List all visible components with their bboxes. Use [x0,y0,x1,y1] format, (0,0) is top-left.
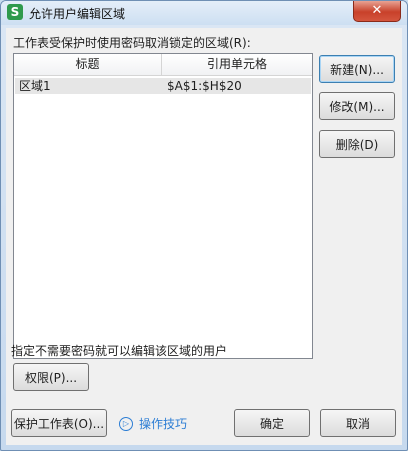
list-header: 标题 引用单元格 [14,54,312,76]
modify-button[interactable]: 修改(M)... [319,92,395,120]
tips-link[interactable]: 操作技巧 [139,417,187,431]
close-button[interactable]: ✕ [353,1,401,22]
app-logo-icon: S [7,4,23,20]
list-item[interactable]: 区域1 $A$1:$H$20 [15,78,311,94]
cell-ref: $A$1:$H$20 [167,79,242,93]
title-bar[interactable]: S 允许用户编辑区域 ✕ [1,1,407,25]
cancel-button[interactable]: 取消 [320,409,396,437]
ranges-list[interactable]: 标题 引用单元格 区域1 $A$1:$H$20 [13,53,313,359]
ranges-label: 工作表受保护时使用密码取消锁定的区域(R): [13,36,251,50]
ok-button[interactable]: 确定 [234,409,310,437]
dialog-body: 工作表受保护时使用密码取消锁定的区域(R): 标题 引用单元格 区域1 $A$1… [6,28,402,445]
permissions-button[interactable]: 权限(P)... [13,363,89,391]
no-password-label: 指定不需要密码就可以编辑该区域的用户 [11,344,228,358]
cell-title: 区域1 [19,79,51,93]
column-header-title[interactable]: 标题 [14,54,162,75]
column-header-ref[interactable]: 引用单元格 [162,54,312,75]
window-title: 允许用户编辑区域 [29,7,126,21]
close-icon: ✕ [371,3,383,18]
play-circle-icon: ▷ [119,417,133,431]
delete-button[interactable]: 删除(D) [319,130,395,158]
protect-sheet-button[interactable]: 保护工作表(O)... [11,409,107,437]
dialog-window: S 允许用户编辑区域 ✕ 工作表受保护时使用密码取消锁定的区域(R): 标题 引… [0,0,408,451]
new-button[interactable]: 新建(N)... [319,55,395,83]
